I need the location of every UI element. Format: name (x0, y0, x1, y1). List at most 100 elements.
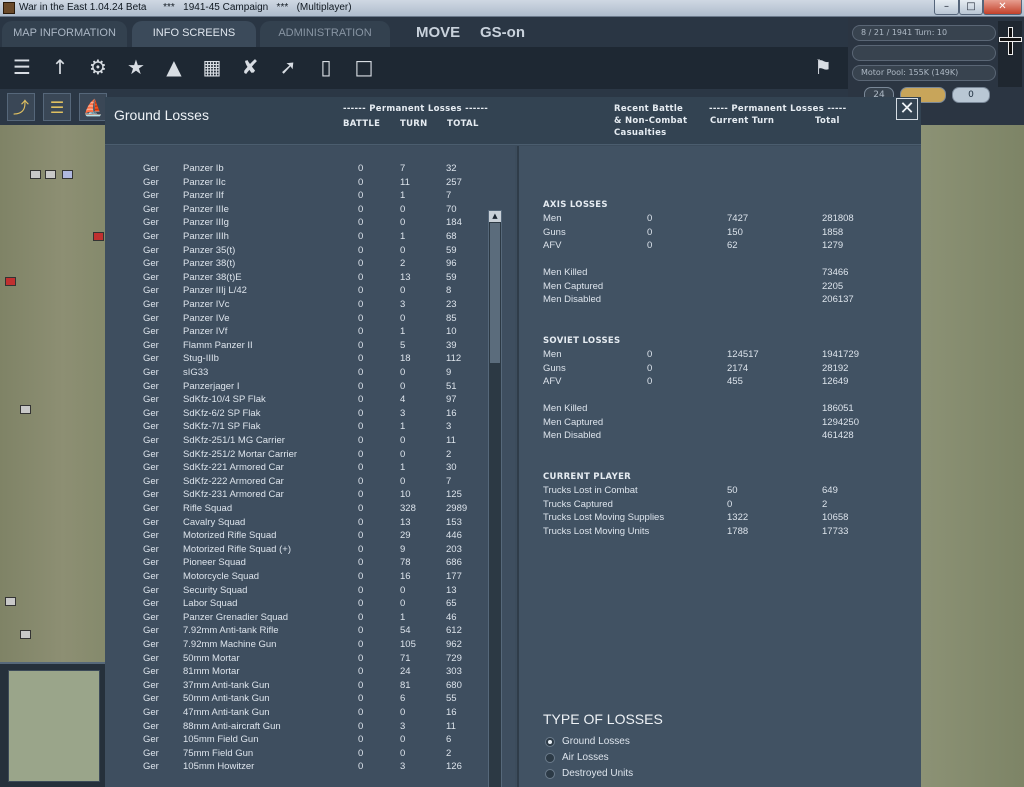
total-cell: 680 (446, 679, 462, 691)
minimize-button[interactable]: – (934, 0, 959, 15)
turn-cell: 0 (400, 598, 406, 610)
map-unit-counter[interactable] (20, 630, 31, 639)
grid-icon[interactable]: ▦ (197, 52, 227, 82)
axis-loss-turn: 62 (727, 240, 738, 252)
col-turn: TURN (400, 119, 428, 129)
soviet-men-total: 186051 (822, 403, 854, 414)
scroll-up-icon[interactable]: ▲ (489, 211, 501, 222)
soviet-loss-total: 12649 (822, 376, 849, 388)
tab-administration[interactable]: ADMINISTRATION (260, 21, 390, 47)
total-cell: 9 (446, 367, 452, 378)
radio-ground-losses[interactable] (545, 737, 555, 747)
stack-icon[interactable]: ☰ (7, 52, 37, 82)
unit-name-cell: Motorcycle Squad (183, 571, 260, 582)
turn-cell: 1 (400, 190, 406, 202)
total-cell: 65 (446, 598, 457, 610)
star-icon[interactable]: ★ (121, 52, 151, 82)
battle-cell: 0 (358, 285, 364, 297)
axis-loss-label: AFV (543, 240, 562, 252)
window-close-button[interactable]: ✕ (983, 0, 1022, 15)
radio-air-losses[interactable] (545, 753, 555, 763)
turn-cell: 0 (400, 448, 406, 460)
unit-name-cell: Motorized Rifle Squad (+) (183, 543, 291, 555)
scroll-thumb[interactable] (490, 223, 500, 363)
turn-cell: 16 (400, 571, 411, 582)
unit-name-cell: Panzer IIc (183, 176, 226, 188)
map-right-visible[interactable] (921, 125, 1024, 787)
maximize-button[interactable]: □ (959, 0, 983, 15)
nation-cell: Ger (143, 244, 159, 256)
nation-cell: Ger (143, 326, 159, 338)
nation-cell: Ger (143, 625, 159, 637)
radio-label-ground-losses[interactable]: Ground Losses (562, 736, 630, 747)
battle-cell: 0 (358, 407, 364, 419)
unit-name-cell: SdKfz-10/4 SP Flak (183, 394, 266, 406)
soviet-loss-recent: 0 (647, 349, 653, 360)
battle-cell: 0 (358, 503, 364, 514)
flag-icon[interactable]: ⚑ (808, 52, 838, 82)
nation-cell: Ger (143, 720, 159, 732)
document-icon[interactable]: □ (349, 52, 379, 82)
unit-name-cell: 50mm Mortar (183, 652, 240, 664)
turn-cell: 0 (400, 475, 406, 487)
fuel-icon[interactable]: ▯ (311, 52, 341, 82)
status-counter-pill[interactable]: 0 (952, 87, 990, 103)
turn-cell: 0 (400, 367, 406, 378)
total-cell: 55 (446, 693, 457, 705)
units-icon[interactable]: ↑ (45, 52, 75, 82)
list-scrollbar[interactable]: ▲ ▼ (488, 210, 502, 787)
radio-destroyed-units[interactable] (545, 769, 555, 779)
turn-cell: 328 (400, 503, 416, 514)
soviet-loss-label: AFV (543, 376, 562, 388)
rocket-icon[interactable]: ➚ (273, 52, 303, 82)
hq-icon[interactable]: ▲ (159, 52, 189, 82)
unit-name-cell: sIG33 (183, 367, 209, 378)
total-cell: 203 (446, 543, 462, 555)
map-unit-counter[interactable] (93, 232, 104, 241)
battle-cell: 0 (358, 462, 364, 474)
aircraft-icon[interactable]: ✘ (235, 52, 265, 82)
map-unit-counter[interactable] (20, 405, 31, 414)
minimap[interactable] (0, 662, 105, 787)
radio-label-destroyed-units[interactable]: Destroyed Units (562, 768, 633, 779)
battle-cell: 0 (358, 761, 364, 773)
unit-name-cell: Flamm Panzer II (183, 339, 253, 351)
battle-cell: 0 (358, 475, 364, 487)
radio-label-air-losses[interactable]: Air Losses (562, 752, 609, 763)
turn-cell: 0 (400, 584, 406, 596)
battle-cell: 0 (358, 707, 364, 718)
tab-map-information[interactable]: MAP INFORMATION (2, 21, 127, 47)
map-unit-counter[interactable] (45, 170, 56, 179)
ship-icon[interactable]: ⛵ (79, 93, 107, 121)
mode-indicator[interactable]: MOVE (416, 24, 460, 41)
turn-cell: 0 (400, 435, 406, 446)
total-cell: 962 (446, 639, 462, 650)
battle-cell: 0 (358, 639, 364, 650)
turn-cell: 3 (400, 299, 406, 310)
battle-cell: 0 (358, 530, 364, 542)
player-loss-label: Trucks Lost Moving Units (543, 525, 650, 537)
map-unit-counter[interactable] (5, 597, 16, 606)
turn-cell: 1 (400, 421, 406, 433)
map-unit-counter[interactable] (62, 170, 73, 179)
unit-name-cell: 105mm Howitzer (183, 761, 255, 773)
gear-icon[interactable]: ⚙ (83, 52, 113, 82)
path-icon[interactable]: ⤴ (7, 93, 35, 121)
nation-cell: Ger (143, 747, 159, 759)
battle-cell: 0 (358, 666, 364, 678)
nation-cell: Ger (143, 353, 159, 365)
gs-indicator[interactable]: GS-on (480, 24, 525, 41)
total-cell: 30 (446, 462, 457, 474)
total-cell: 11 (446, 720, 456, 732)
map-unit-counter[interactable] (30, 170, 41, 179)
tab-info-screens[interactable]: INFO SCREENS (132, 21, 256, 47)
total-cell: 729 (446, 652, 462, 664)
map-unit-counter[interactable] (5, 277, 16, 286)
minimap-view[interactable] (8, 670, 100, 782)
total-cell: 32 (446, 163, 457, 174)
rail-icon[interactable]: ☰ (43, 93, 71, 121)
soviet-loss-recent: 0 (647, 376, 653, 388)
dialog-close-button[interactable]: ✕ (896, 98, 918, 120)
battle-cell: 0 (358, 693, 364, 705)
axis-losses-title: AXIS LOSSES (543, 200, 608, 210)
